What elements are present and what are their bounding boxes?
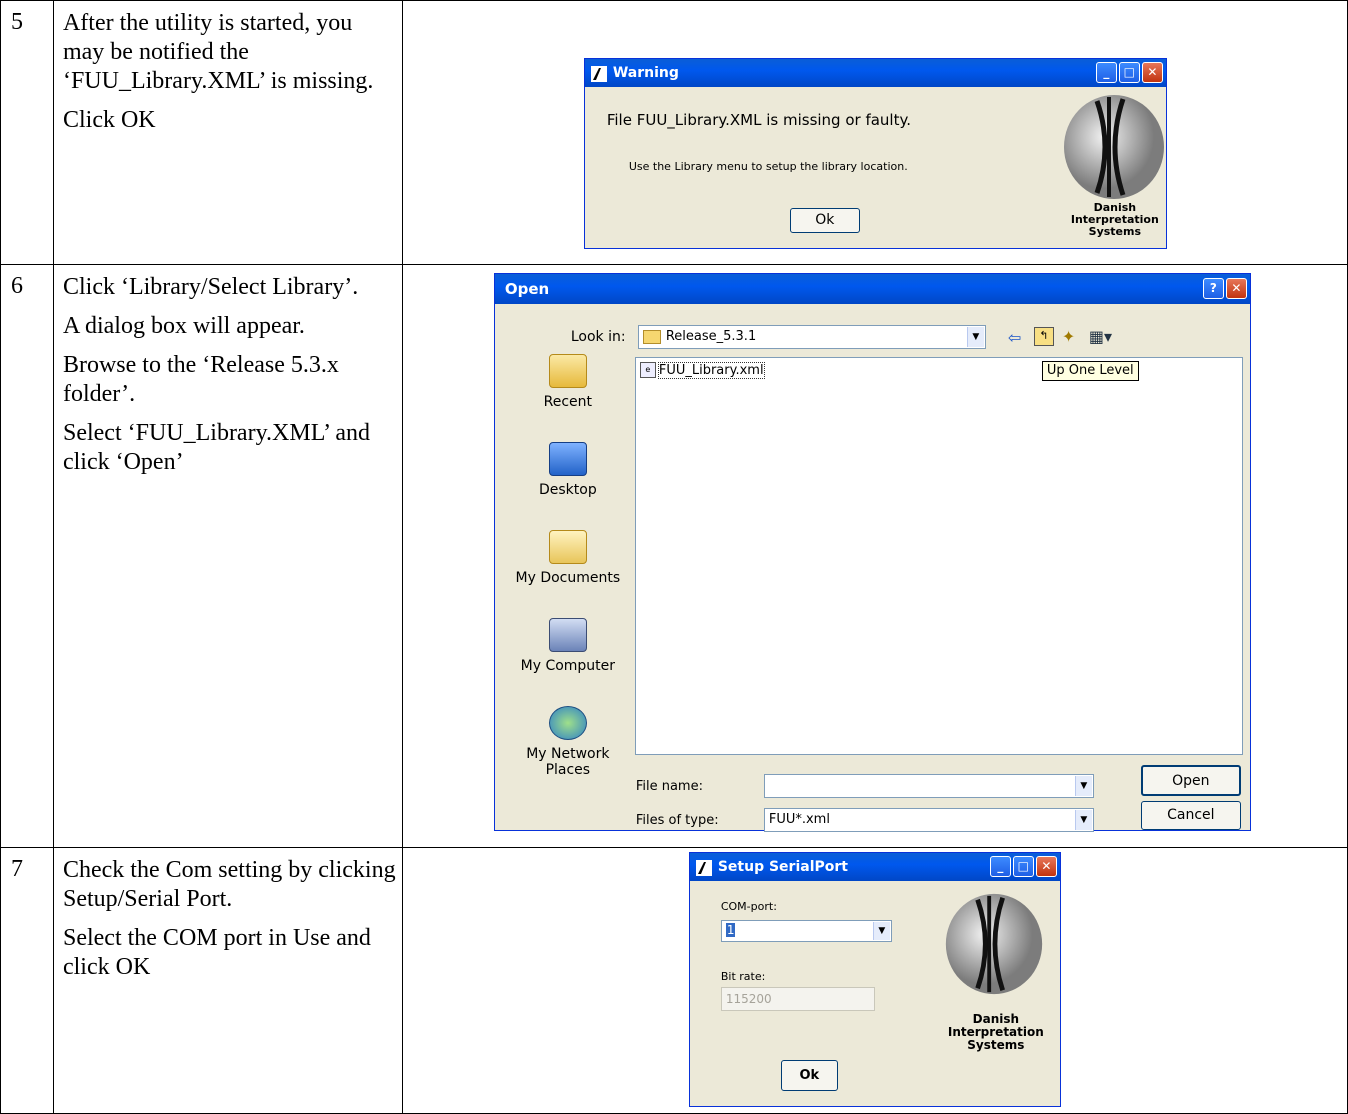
place-my-network[interactable]: My Network Places: [507, 706, 629, 778]
help-button[interactable]: ?: [1202, 278, 1224, 299]
close-button[interactable]: ✕: [1225, 278, 1247, 299]
tooltip: Up One Level: [1041, 361, 1139, 381]
open-titlebar: Open ? ✕: [494, 274, 1250, 304]
minimize-button[interactable]: _: [989, 856, 1011, 877]
place-label: Recent: [543, 394, 593, 410]
step-paragraph: Click ‘Library/Select Library’.: [62, 274, 359, 300]
step-image-cell: Open ? ✕ Look in: Release_5.3.1 ▼ ⇦ ↰ ✦ …: [401, 264, 1348, 848]
warning-dialog: Warning _ □ ✕ File FUU_Library.XML is mi…: [583, 58, 1167, 249]
file-item-label: FUU_Library.xml: [657, 361, 765, 379]
documents-icon: [548, 530, 587, 564]
folder-icon: [642, 329, 661, 344]
back-icon[interactable]: ⇦: [1008, 328, 1021, 347]
place-label: My Documents: [515, 570, 621, 586]
open-button[interactable]: Open: [1140, 765, 1241, 796]
warning-title: Warning: [612, 65, 679, 81]
maximize-button[interactable]: □: [1012, 856, 1034, 877]
warning-hint: Use the Library menu to setup the librar…: [628, 160, 908, 173]
logo-caption: Danish Interpretation Systems: [1063, 202, 1167, 238]
serial-port-dialog: Setup SerialPort _ □ ✕ COM-port: 1 ▼ Bit…: [688, 852, 1061, 1107]
close-button[interactable]: ✕: [1141, 62, 1163, 83]
app-icon: [695, 858, 712, 876]
new-folder-icon[interactable]: ✦: [1062, 327, 1075, 346]
place-label: My Computer: [520, 658, 616, 674]
dis-logo: [945, 893, 1042, 995]
close-button[interactable]: ✕: [1035, 856, 1057, 877]
file-list[interactable]: e FUU_Library.xml Up One Level: [634, 357, 1243, 755]
xml-file-icon: e: [639, 362, 656, 378]
logo-line: Systems: [967, 1038, 1025, 1052]
bit-rate-label: Bit rate:: [720, 970, 766, 983]
ok-button[interactable]: Ok: [780, 1060, 838, 1091]
bit-rate-value: 115200: [725, 992, 772, 1006]
step-paragraph: A dialog box will appear.: [62, 313, 305, 339]
place-label: Desktop: [538, 482, 597, 498]
step-number: 7: [0, 847, 54, 1114]
view-menu-icon[interactable]: ▦▾: [1089, 327, 1112, 346]
step-image-cell: Setup SerialPort _ □ ✕ COM-port: 1 ▼ Bit…: [401, 847, 1348, 1114]
serial-title: Setup SerialPort: [717, 859, 848, 875]
cancel-button[interactable]: Cancel: [1140, 801, 1241, 830]
app-icon: [590, 64, 607, 82]
dis-logo: [1063, 95, 1164, 199]
place-recent[interactable]: Recent: [507, 354, 629, 410]
logo-line: Systems: [1088, 225, 1142, 238]
step-paragraph: Select the COM port in Use and click OK: [62, 925, 371, 980]
chevron-down-icon: ▼: [872, 922, 890, 940]
com-port-select[interactable]: 1 ▼: [720, 920, 892, 942]
step-number: 6: [0, 264, 54, 848]
warning-message: File FUU_Library.XML is missing or fault…: [606, 111, 911, 129]
step-paragraph: Click OK: [62, 107, 156, 133]
maximize-button[interactable]: □: [1118, 62, 1140, 83]
step-text: Click ‘Library/Select Library’. A dialog…: [52, 264, 403, 848]
files-of-type-label: Files of type:: [635, 813, 719, 828]
file-item[interactable]: e FUU_Library.xml: [639, 361, 765, 379]
files-of-type-value: FUU*.xml: [768, 812, 830, 827]
step-paragraph: Check the Com setting by clicking Setup/…: [62, 857, 396, 912]
look-in-select[interactable]: Release_5.3.1 ▼: [637, 325, 986, 349]
place-label: My Network Places: [526, 746, 610, 778]
com-port-label: COM-port:: [720, 900, 777, 913]
step-paragraph: Select ‘FUU_Library.XML’ and click ‘Open…: [62, 420, 371, 475]
serial-titlebar: Setup SerialPort _ □ ✕: [689, 853, 1060, 881]
step-paragraph: Browse to the ‘Release 5.3.x folder’.: [62, 352, 339, 407]
look-in-label: Look in:: [570, 329, 626, 345]
desktop-icon: [548, 442, 587, 476]
chevron-down-icon: ▼: [1074, 810, 1092, 830]
step-image-cell: Warning _ □ ✕ File FUU_Library.XML is mi…: [401, 0, 1348, 265]
file-name-input[interactable]: ▼: [763, 774, 1094, 798]
step-paragraph: After the utility is started, you may be…: [62, 10, 374, 94]
up-one-level-icon[interactable]: ↰: [1033, 327, 1054, 346]
look-in-value: Release_5.3.1: [665, 329, 757, 344]
folder-icon: [548, 354, 587, 388]
step-text: After the utility is started, you may be…: [52, 0, 403, 265]
step-text: Check the Com setting by clicking Setup/…: [52, 847, 403, 1114]
chevron-down-icon: ▼: [1074, 776, 1092, 796]
logo-caption: Danish Interpretation Systems: [943, 1013, 1049, 1052]
bit-rate-input: 115200: [720, 987, 875, 1011]
place-my-computer[interactable]: My Computer: [507, 618, 629, 674]
ok-button[interactable]: Ok: [789, 208, 860, 233]
warning-titlebar: Warning _ □ ✕: [584, 59, 1166, 87]
open-title: Open: [504, 280, 550, 298]
files-of-type-select[interactable]: FUU*.xml ▼: [763, 808, 1094, 832]
com-port-value: 1: [725, 923, 736, 937]
network-icon: [548, 706, 587, 740]
step-number: 5: [0, 0, 54, 265]
chevron-down-icon: ▼: [966, 327, 984, 347]
place-desktop[interactable]: Desktop: [507, 442, 629, 498]
open-dialog: Open ? ✕ Look in: Release_5.3.1 ▼ ⇦ ↰ ✦ …: [493, 273, 1251, 832]
minimize-button[interactable]: _: [1095, 62, 1117, 83]
file-name-label: File name:: [635, 779, 703, 794]
computer-icon: [548, 618, 587, 652]
instruction-table: 5 After the utility is started, you may …: [0, 0, 1348, 1114]
place-my-documents[interactable]: My Documents: [507, 530, 629, 586]
